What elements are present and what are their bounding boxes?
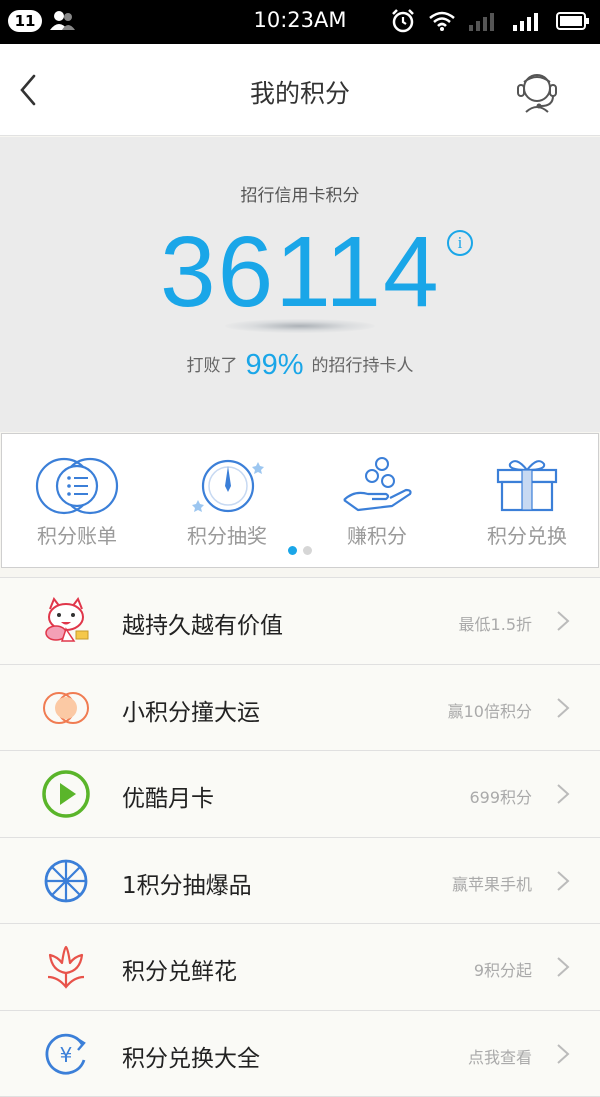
list-item-subtitle: 赢苹果手机 <box>452 871 532 895</box>
quick-action-bill[interactable]: 积分账单 <box>2 456 152 549</box>
rank-percent: 99% <box>245 349 303 381</box>
list-item[interactable]: ¥ 积分兑换大全 点我查看 <box>0 1011 600 1097</box>
signal-icon <box>512 10 544 32</box>
info-icon[interactable]: i <box>447 230 473 256</box>
chevron-right-icon <box>556 610 570 632</box>
list-item[interactable]: 小积分撞大运 赢10倍积分 <box>0 665 600 752</box>
play-icon <box>40 770 92 818</box>
quick-action-label: 积分账单 <box>2 520 152 549</box>
quick-action-redeem[interactable]: 积分兑换 <box>452 456 600 549</box>
status-icons <box>390 8 590 34</box>
navigation-bar: 我的积分 <box>0 44 600 136</box>
rank-prefix: 打败了 <box>186 356 237 376</box>
page-indicator <box>288 546 312 555</box>
list-item-title: 小积分撞大运 <box>122 693 260 727</box>
points-value: 36114 <box>160 215 441 330</box>
compass-icon <box>182 456 272 516</box>
list-item-title: 越持久越有价值 <box>122 606 283 640</box>
promotion-list: 越持久越有价值 最低1.5折 小积分撞大运 赢10倍积分 优酷月卡 699积分 <box>0 577 600 1097</box>
gift-icon <box>482 456 572 516</box>
quick-action-label: 赚积分 <box>302 520 452 549</box>
bill-icon <box>32 456 122 516</box>
list-item[interactable]: 越持久越有价值 最低1.5折 <box>0 578 600 665</box>
alarm-icon <box>390 8 416 34</box>
list-item-title: 积分兑鲜花 <box>122 952 237 986</box>
cat-mascot-icon <box>40 597 92 645</box>
quick-action-label: 积分抽奖 <box>152 520 302 549</box>
quick-action-lottery[interactable]: 积分抽奖 <box>152 456 302 549</box>
page-dot[interactable] <box>303 546 312 555</box>
list-item[interactable]: 积分兑鲜花 9积分起 <box>0 924 600 1011</box>
points-summary: 招行信用卡积分 36114 i 打败了 99% 的招行持卡人 <box>0 137 600 432</box>
list-item-subtitle: 点我查看 <box>468 1044 532 1068</box>
wifi-icon <box>428 10 456 32</box>
chevron-right-icon <box>556 1043 570 1065</box>
list-item-title: 优酷月卡 <box>122 779 214 813</box>
points-shadow <box>225 319 375 333</box>
signal-weak-icon <box>468 10 500 32</box>
wheel-icon <box>40 857 92 905</box>
status-bar: 11 10:23AM <box>0 0 600 44</box>
rank-text: 打败了 99% 的招行持卡人 <box>0 349 600 382</box>
flower-icon <box>40 943 92 991</box>
rank-suffix: 的招行持卡人 <box>312 356 414 376</box>
chevron-right-icon <box>556 956 570 978</box>
chevron-right-icon <box>556 697 570 719</box>
list-item-subtitle: 9积分起 <box>474 957 532 981</box>
chevron-right-icon <box>556 870 570 892</box>
list-item-title: 1积分抽爆品 <box>122 866 252 900</box>
battery-icon <box>556 11 590 31</box>
points-label: 招行信用卡积分 <box>0 181 600 206</box>
yuan-cycle-icon: ¥ <box>40 1030 92 1078</box>
list-item-subtitle: 699积分 <box>469 784 532 808</box>
quick-actions: 积分账单 积分抽奖 赚积分 积分兑换 <box>1 433 599 568</box>
list-item-title: 积分兑换大全 <box>122 1039 260 1073</box>
page-dot-active[interactable] <box>288 546 297 555</box>
quick-action-earn[interactable]: 赚积分 <box>302 456 452 549</box>
quick-action-label: 积分兑换 <box>452 520 600 549</box>
circles-icon <box>40 684 92 732</box>
chevron-right-icon <box>556 783 570 805</box>
list-item-subtitle: 最低1.5折 <box>459 611 532 635</box>
list-item-subtitle: 赢10倍积分 <box>448 698 532 722</box>
coins-hand-icon <box>332 456 422 516</box>
list-item[interactable]: 优酷月卡 699积分 <box>0 751 600 838</box>
customer-service-icon[interactable] <box>514 68 560 114</box>
list-item[interactable]: 1积分抽爆品 赢苹果手机 <box>0 838 600 925</box>
page-title: 我的积分 <box>0 74 600 110</box>
svg-text:¥: ¥ <box>60 1043 73 1067</box>
